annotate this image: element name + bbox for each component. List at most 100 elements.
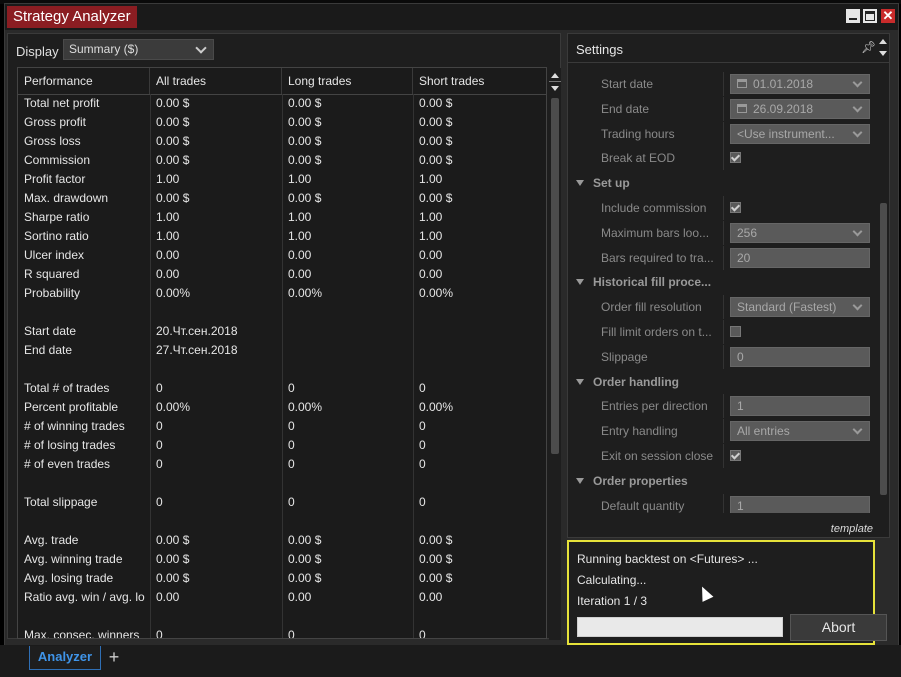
property-checkbox[interactable] <box>730 202 741 213</box>
property-input[interactable]: 0 <box>730 346 870 367</box>
settings-scroll-arrows[interactable] <box>877 36 889 60</box>
display-dropdown[interactable]: Summary ($) <box>63 39 214 60</box>
column-header-performance[interactable]: Performance <box>18 68 150 94</box>
grid-scrollbar[interactable] <box>549 68 561 640</box>
column-header-all-trades[interactable]: All trades <box>150 68 282 94</box>
long-trades-value: 0 <box>288 381 295 395</box>
close-button[interactable]: ✕ <box>881 9 895 23</box>
table-row[interactable]: Avg. losing trade 0.00 $ 0.00 $ 0.00 $ <box>18 569 546 588</box>
long-trades-value <box>282 360 413 379</box>
table-row[interactable]: Sharpe ratio 1.00 1.00 1.00 <box>18 208 546 227</box>
table-row[interactable]: End date 27.Чт.сен.2018 <box>18 341 546 360</box>
all-trades-value: 0.00 $ <box>156 552 190 566</box>
table-row[interactable]: Gross profit 0.00 $ 0.00 $ 0.00 $ <box>18 113 546 132</box>
all-trades-value <box>150 303 282 322</box>
scroll-up-icon[interactable] <box>879 39 887 44</box>
scrollbar-thumb[interactable] <box>880 203 887 495</box>
settings-property-row: Maximum bars loo... 256 <box>568 220 876 245</box>
template-link[interactable]: template <box>831 523 873 535</box>
scroll-down-icon[interactable] <box>551 86 559 91</box>
table-row[interactable]: Probability 0.00% 0.00% 0.00% <box>18 284 546 303</box>
table-row[interactable]: Gross loss 0.00 $ 0.00 $ 0.00 $ <box>18 132 546 151</box>
property-input[interactable]: 1 <box>730 396 870 417</box>
property-date-picker[interactable]: 01.01.2018 <box>730 74 870 94</box>
table-row[interactable] <box>18 474 546 493</box>
grid-rows: Total net profit 0.00 $0.00 $0.00 $ Gross … <box>18 94 546 638</box>
settings-scrollbar[interactable] <box>877 63 889 513</box>
property-dropdown[interactable]: All entries <box>730 421 870 442</box>
property-dropdown[interactable]: Standard (Fastest) <box>730 297 870 318</box>
property-input[interactable]: 20 <box>730 247 870 268</box>
scroll-down-icon[interactable] <box>879 51 887 56</box>
table-row[interactable]: Total net profit 0.00 $ 0.00 $ 0.00 $ <box>18 94 546 113</box>
property-input[interactable]: 1 <box>730 495 870 513</box>
property-value: 20 <box>737 250 751 265</box>
abort-button[interactable]: Abort <box>790 614 887 641</box>
property-dropdown[interactable]: <Use instrument... <box>730 123 870 144</box>
row-label: Avg. trade <box>24 533 79 547</box>
table-row[interactable]: R squared 0.00 0.00 0.00 <box>18 265 546 284</box>
table-row[interactable]: Percent profitable 0.00% 0.00% 0.00% <box>18 398 546 417</box>
scroll-up-icon[interactable] <box>551 73 559 78</box>
settings-section[interactable]: Historical fill proce... <box>568 270 876 294</box>
table-row[interactable]: # of even trades 0 0 0 <box>18 455 546 474</box>
property-divider <box>723 394 724 419</box>
long-trades-value: 0 <box>288 457 295 471</box>
settings-section[interactable]: Set up <box>568 171 876 195</box>
property-date-picker[interactable]: 26.09.2018 <box>730 98 870 119</box>
settings-section[interactable]: Order handling <box>568 370 876 394</box>
table-row[interactable] <box>18 607 546 626</box>
property-value: Standard (Fastest) <box>737 300 837 315</box>
property-label: Entry handling <box>601 424 678 439</box>
tab-analyzer[interactable]: Analyzer <box>29 646 101 670</box>
table-row[interactable]: Max. consec. winners 0 0 0 <box>18 626 546 638</box>
table-row[interactable]: Profit factor 1.00 1.00 1.00 <box>18 170 546 189</box>
table-row[interactable]: # of winning trades 0 0 0 <box>18 417 546 436</box>
table-row[interactable]: Max. drawdown 0.00 $ 0.00 $ 0.00 $ <box>18 189 546 208</box>
column-header-long-trades[interactable]: Long trades <box>282 68 413 94</box>
title-bar[interactable]: Strategy Analyzer ✕ <box>5 4 898 30</box>
property-divider <box>723 72 724 96</box>
table-row[interactable] <box>18 512 546 531</box>
pin-icon[interactable]: 📌︎ <box>861 40 876 54</box>
table-row[interactable]: Start date 20.Чт.сен.2018 <box>18 322 546 341</box>
table-row[interactable]: Ulcer index 0.00 0.00 0.00 <box>18 246 546 265</box>
long-trades-value: 0.00 $ <box>288 191 322 205</box>
property-checkbox[interactable] <box>730 152 741 164</box>
settings-section[interactable]: Order properties <box>568 469 876 493</box>
minimize-button[interactable] <box>846 9 860 23</box>
table-row[interactable] <box>18 360 546 379</box>
table-row[interactable]: # of losing trades 0 0 0 <box>18 436 546 455</box>
collapse-triangle-icon[interactable] <box>576 378 584 385</box>
table-row[interactable]: Avg. trade 0.00 $ 0.00 $ 0.00 $ <box>18 531 546 550</box>
all-trades-value: 0.00 $ <box>156 571 190 585</box>
table-row[interactable]: Commission 0.00 $ 0.00 $ 0.00 $ <box>18 151 546 170</box>
property-checkbox[interactable] <box>730 326 741 337</box>
table-row[interactable]: Avg. winning trade 0.00 $ 0.00 $ 0.00 $ <box>18 550 546 569</box>
property-divider <box>723 419 724 444</box>
row-label: Total # of trades <box>24 381 110 395</box>
table-row[interactable]: Total slippage 0 0 0 <box>18 493 546 512</box>
property-checkbox[interactable] <box>730 450 741 461</box>
column-header-short-trades[interactable]: Short trades <box>413 68 546 94</box>
table-row[interactable] <box>18 303 546 322</box>
collapse-triangle-icon[interactable] <box>576 180 584 187</box>
table-row[interactable]: Sortino ratio 1.00 1.00 1.00 <box>18 227 546 246</box>
table-row[interactable]: Total # of trades 0 0 0 <box>18 379 546 398</box>
property-label: Slippage <box>601 349 648 364</box>
all-trades-value <box>150 607 282 626</box>
property-dropdown[interactable]: 256 <box>730 222 870 243</box>
scrollbar-thumb[interactable] <box>551 98 559 454</box>
chevron-down-icon <box>852 102 863 113</box>
collapse-triangle-icon[interactable] <box>576 279 584 286</box>
short-trades-value <box>413 303 546 322</box>
maximize-button[interactable] <box>863 9 877 23</box>
row-label: Total slippage <box>24 495 98 509</box>
table-row[interactable]: Ratio avg. win / avg. lo 0.00 0.00 0.00 <box>18 588 546 607</box>
add-tab-icon[interactable]: + <box>104 647 124 667</box>
short-trades-value: 0.00 <box>419 590 443 604</box>
property-divider <box>723 245 724 270</box>
all-trades-value: 0 <box>156 457 163 471</box>
property-label: Entries per direction <box>601 399 708 414</box>
collapse-triangle-icon[interactable] <box>576 477 584 484</box>
